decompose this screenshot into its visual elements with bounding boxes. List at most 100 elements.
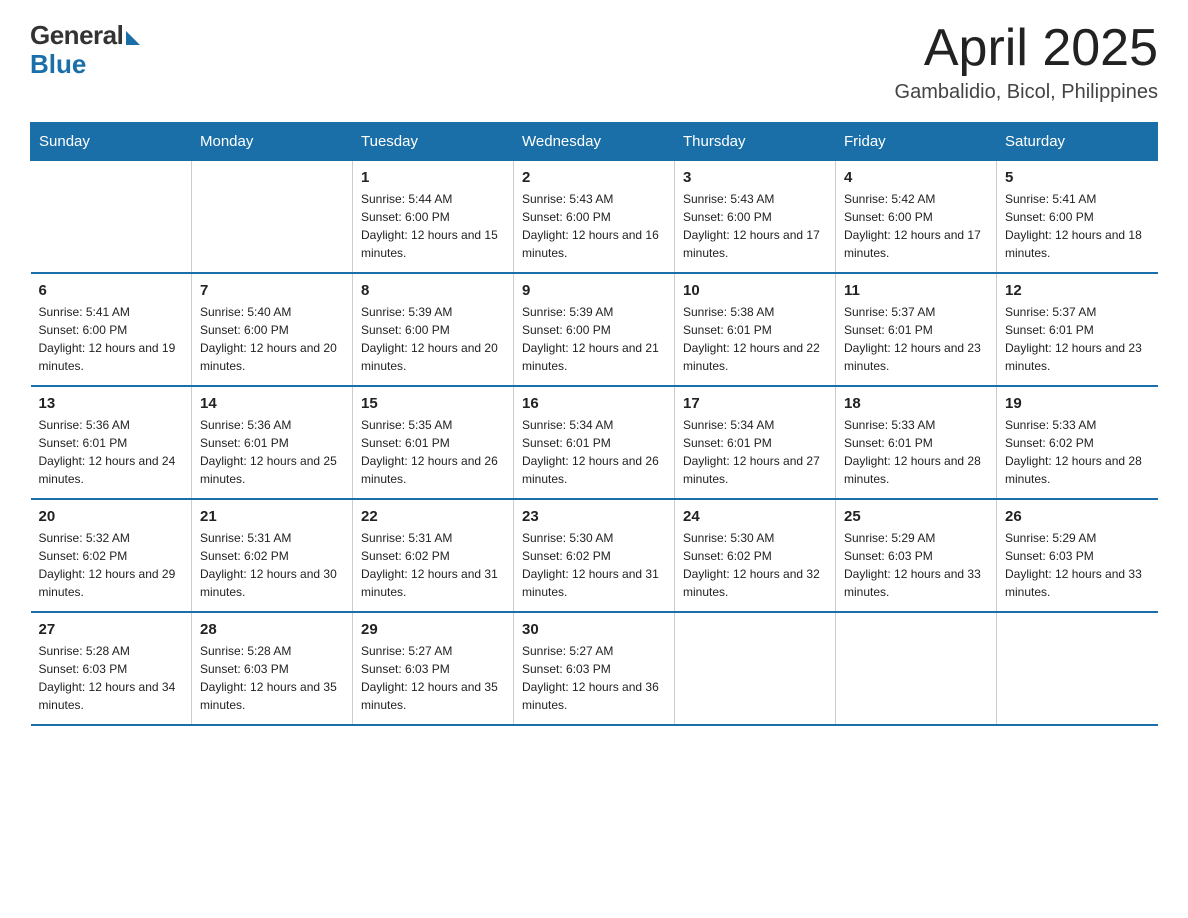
calendar-cell: 3 Sunrise: 5:43 AMSunset: 6:00 PMDaylight… xyxy=(675,161,836,274)
day-number: 20 xyxy=(39,508,184,525)
calendar-cell: 5 Sunrise: 5:41 AMSunset: 6:00 PMDaylight… xyxy=(997,161,1158,274)
calendar-cell: 19 Sunrise: 5:33 AMSunset: 6:02 PMDayligh… xyxy=(997,386,1158,499)
title-section: April 2025 Gambalidio, Bicol, Philippine… xyxy=(895,20,1158,104)
day-number: 10 xyxy=(683,282,827,299)
page-header: General Blue April 2025 Gambalidio, Bico… xyxy=(30,20,1158,104)
calendar-week-row: 20 Sunrise: 5:32 AMSunset: 6:02 PMDayligh… xyxy=(31,499,1158,612)
weekday-header-tuesday: Tuesday xyxy=(353,123,514,161)
day-info: Sunrise: 5:37 AMSunset: 6:01 PMDaylight:… xyxy=(1005,303,1150,375)
location-title: Gambalidio, Bicol, Philippines xyxy=(895,81,1158,104)
calendar-cell: 14Sunrise: 5:36 AMSunset: 6:01 PMDayligh… xyxy=(192,386,353,499)
weekday-header-thursday: Thursday xyxy=(675,123,836,161)
day-info: Sunrise: 5:34 AMSunset: 6:01 PMDaylight:… xyxy=(683,416,827,488)
calendar-cell: 15Sunrise: 5:35 AMSunset: 6:01 PMDayligh… xyxy=(353,386,514,499)
calendar-cell: 1 Sunrise: 5:44 AMSunset: 6:00 PMDaylight… xyxy=(353,161,514,274)
day-info: Sunrise: 5:38 AMSunset: 6:01 PMDaylight:… xyxy=(683,303,827,375)
day-number: 19 xyxy=(1005,395,1150,412)
day-number: 13 xyxy=(39,395,184,412)
day-number: 28 xyxy=(200,621,344,638)
day-number: 4 xyxy=(844,169,988,186)
day-number: 1 xyxy=(361,169,505,186)
calendar-table: SundayMondayTuesdayWednesdayThursdayFrid… xyxy=(30,122,1158,726)
day-info: Sunrise: 5:41 AMSunset: 6:00 PMDaylight:… xyxy=(1005,190,1150,262)
day-info: Sunrise: 5:30 AMSunset: 6:02 PMDaylight:… xyxy=(683,529,827,601)
day-info: Sunrise: 5:39 AMSunset: 6:00 PMDaylight:… xyxy=(522,303,666,375)
calendar-week-row: 6Sunrise: 5:41 AMSunset: 6:00 PMDaylight… xyxy=(31,273,1158,386)
day-number: 16 xyxy=(522,395,666,412)
calendar-cell: 17 Sunrise: 5:34 AMSunset: 6:01 PMDayligh… xyxy=(675,386,836,499)
day-info: Sunrise: 5:27 AMSunset: 6:03 PMDaylight:… xyxy=(361,642,505,714)
day-info: Sunrise: 5:39 AMSunset: 6:00 PMDaylight:… xyxy=(361,303,505,375)
day-number: 25 xyxy=(844,508,988,525)
day-info: Sunrise: 5:36 AMSunset: 6:01 PMDaylight:… xyxy=(39,416,184,488)
calendar-cell: 21 Sunrise: 5:31 AMSunset: 6:02 PMDayligh… xyxy=(192,499,353,612)
calendar-cell: 27Sunrise: 5:28 AMSunset: 6:03 PMDayligh… xyxy=(31,612,192,725)
calendar-cell: 25 Sunrise: 5:29 AMSunset: 6:03 PMDayligh… xyxy=(836,499,997,612)
day-number: 30 xyxy=(522,621,666,638)
calendar-cell: 6Sunrise: 5:41 AMSunset: 6:00 PMDaylight… xyxy=(31,273,192,386)
calendar-week-row: 1 Sunrise: 5:44 AMSunset: 6:00 PMDaylight… xyxy=(31,161,1158,274)
weekday-header-sunday: Sunday xyxy=(31,123,192,161)
calendar-header: SundayMondayTuesdayWednesdayThursdayFrid… xyxy=(31,123,1158,161)
day-number: 22 xyxy=(361,508,505,525)
day-info: Sunrise: 5:29 AMSunset: 6:03 PMDaylight:… xyxy=(844,529,988,601)
calendar-cell: 16 Sunrise: 5:34 AMSunset: 6:01 PMDayligh… xyxy=(514,386,675,499)
calendar-week-row: 27Sunrise: 5:28 AMSunset: 6:03 PMDayligh… xyxy=(31,612,1158,725)
logo: General Blue xyxy=(30,20,140,80)
weekday-header-saturday: Saturday xyxy=(997,123,1158,161)
calendar-cell xyxy=(836,612,997,725)
calendar-cell xyxy=(997,612,1158,725)
calendar-cell: 4 Sunrise: 5:42 AMSunset: 6:00 PMDaylight… xyxy=(836,161,997,274)
day-number: 21 xyxy=(200,508,344,525)
day-number: 5 xyxy=(1005,169,1150,186)
calendar-cell: 13 Sunrise: 5:36 AMSunset: 6:01 PMDayligh… xyxy=(31,386,192,499)
calendar-cell: 9 Sunrise: 5:39 AMSunset: 6:00 PMDaylight… xyxy=(514,273,675,386)
calendar-cell: 26Sunrise: 5:29 AMSunset: 6:03 PMDayligh… xyxy=(997,499,1158,612)
calendar-cell xyxy=(192,161,353,274)
day-info: Sunrise: 5:35 AMSunset: 6:01 PMDaylight:… xyxy=(361,416,505,488)
calendar-cell: 20 Sunrise: 5:32 AMSunset: 6:02 PMDayligh… xyxy=(31,499,192,612)
day-info: Sunrise: 5:34 AMSunset: 6:01 PMDaylight:… xyxy=(522,416,666,488)
calendar-cell: 8 Sunrise: 5:39 AMSunset: 6:00 PMDaylight… xyxy=(353,273,514,386)
calendar-week-row: 13 Sunrise: 5:36 AMSunset: 6:01 PMDayligh… xyxy=(31,386,1158,499)
day-info: Sunrise: 5:43 AMSunset: 6:00 PMDaylight:… xyxy=(683,190,827,262)
calendar-cell: 10 Sunrise: 5:38 AMSunset: 6:01 PMDayligh… xyxy=(675,273,836,386)
calendar-cell: 24Sunrise: 5:30 AMSunset: 6:02 PMDayligh… xyxy=(675,499,836,612)
day-number: 26 xyxy=(1005,508,1150,525)
day-number: 8 xyxy=(361,282,505,299)
logo-blue-text: Blue xyxy=(30,49,86,80)
day-number: 27 xyxy=(39,621,184,638)
day-number: 18 xyxy=(844,395,988,412)
calendar-cell: 7Sunrise: 5:40 AMSunset: 6:00 PMDaylight… xyxy=(192,273,353,386)
weekday-header-friday: Friday xyxy=(836,123,997,161)
day-info: Sunrise: 5:36 AMSunset: 6:01 PMDaylight:… xyxy=(200,416,344,488)
calendar-body: 1 Sunrise: 5:44 AMSunset: 6:00 PMDaylight… xyxy=(31,161,1158,726)
logo-triangle-icon xyxy=(126,31,140,45)
day-info: Sunrise: 5:32 AMSunset: 6:02 PMDaylight:… xyxy=(39,529,184,601)
calendar-cell: 23Sunrise: 5:30 AMSunset: 6:02 PMDayligh… xyxy=(514,499,675,612)
day-number: 23 xyxy=(522,508,666,525)
calendar-cell: 12 Sunrise: 5:37 AMSunset: 6:01 PMDayligh… xyxy=(997,273,1158,386)
calendar-cell: 2Sunrise: 5:43 AMSunset: 6:00 PMDaylight… xyxy=(514,161,675,274)
day-number: 29 xyxy=(361,621,505,638)
day-info: Sunrise: 5:44 AMSunset: 6:00 PMDaylight:… xyxy=(361,190,505,262)
day-info: Sunrise: 5:43 AMSunset: 6:00 PMDaylight:… xyxy=(522,190,666,262)
day-info: Sunrise: 5:42 AMSunset: 6:00 PMDaylight:… xyxy=(844,190,988,262)
day-number: 3 xyxy=(683,169,827,186)
day-info: Sunrise: 5:37 AMSunset: 6:01 PMDaylight:… xyxy=(844,303,988,375)
calendar-cell: 28Sunrise: 5:28 AMSunset: 6:03 PMDayligh… xyxy=(192,612,353,725)
month-title: April 2025 xyxy=(895,20,1158,77)
calendar-cell: 30 Sunrise: 5:27 AMSunset: 6:03 PMDayligh… xyxy=(514,612,675,725)
day-info: Sunrise: 5:31 AMSunset: 6:02 PMDaylight:… xyxy=(200,529,344,601)
weekday-header-wednesday: Wednesday xyxy=(514,123,675,161)
day-number: 17 xyxy=(683,395,827,412)
day-info: Sunrise: 5:33 AMSunset: 6:02 PMDaylight:… xyxy=(1005,416,1150,488)
day-number: 7 xyxy=(200,282,344,299)
calendar-cell: 18Sunrise: 5:33 AMSunset: 6:01 PMDayligh… xyxy=(836,386,997,499)
calendar-cell xyxy=(31,161,192,274)
logo-general-text: General xyxy=(30,20,123,51)
day-info: Sunrise: 5:27 AMSunset: 6:03 PMDaylight:… xyxy=(522,642,666,714)
day-number: 12 xyxy=(1005,282,1150,299)
calendar-cell: 11Sunrise: 5:37 AMSunset: 6:01 PMDayligh… xyxy=(836,273,997,386)
day-number: 9 xyxy=(522,282,666,299)
